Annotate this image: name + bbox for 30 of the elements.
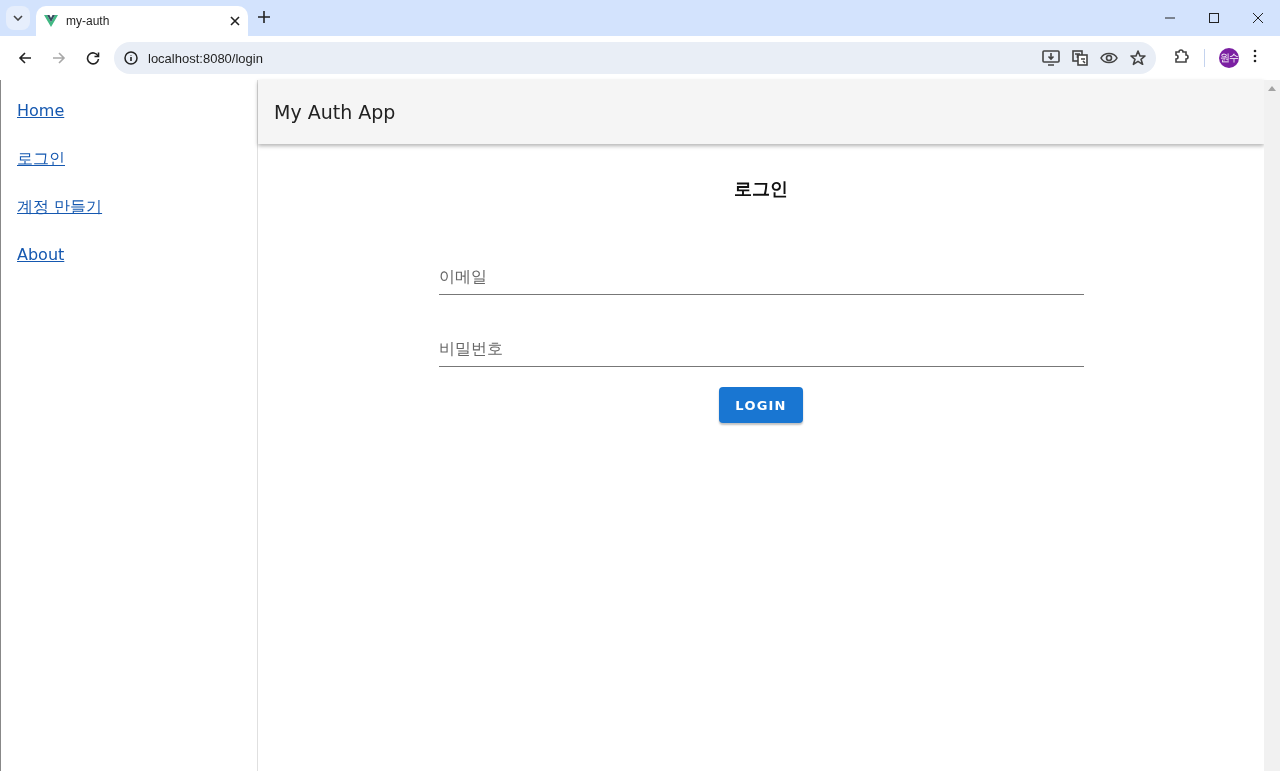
close-icon[interactable] (1253, 13, 1263, 23)
back-arrow-icon[interactable] (18, 51, 32, 65)
sidebar-link[interactable]: 로그인 (17, 148, 65, 170)
info-icon[interactable] (124, 51, 138, 65)
sidebar-link[interactable]: Home (17, 100, 65, 122)
star-icon[interactable] (1130, 50, 1146, 66)
profile-avatar[interactable]: 원수 (1219, 48, 1239, 68)
close-icon[interactable] (230, 16, 240, 26)
email-field[interactable]: 이메일 (438, 259, 1084, 295)
more-icon[interactable] (1253, 49, 1257, 63)
login-button[interactable]: LOGIN (719, 387, 803, 423)
v-logo-icon (44, 15, 58, 27)
sidebar-link[interactable]: 계정 만들기 (17, 196, 103, 218)
new-tab-icon[interactable] (258, 11, 270, 23)
password-field[interactable]: 비밀번호 (438, 331, 1084, 367)
url-text: localhost:8080/login (148, 50, 264, 66)
puzzle-icon[interactable] (1174, 48, 1190, 64)
install-icon[interactable] (1042, 50, 1060, 66)
sidebar-link[interactable]: About (17, 244, 65, 266)
eye-icon[interactable] (1100, 51, 1118, 65)
form-title: 로그인 (734, 177, 788, 201)
reload-icon[interactable] (86, 51, 100, 65)
translate-icon[interactable] (1072, 50, 1088, 66)
maximize-icon[interactable] (1209, 13, 1219, 23)
app-title: My Auth App (274, 101, 396, 123)
chevron-down-icon (13, 15, 23, 21)
browser-tab[interactable]: my-auth (36, 6, 248, 36)
tab-list-button[interactable] (6, 6, 30, 30)
tab-title: my-auth (66, 14, 111, 28)
address-bar[interactable]: localhost:8080/login (114, 42, 1156, 74)
